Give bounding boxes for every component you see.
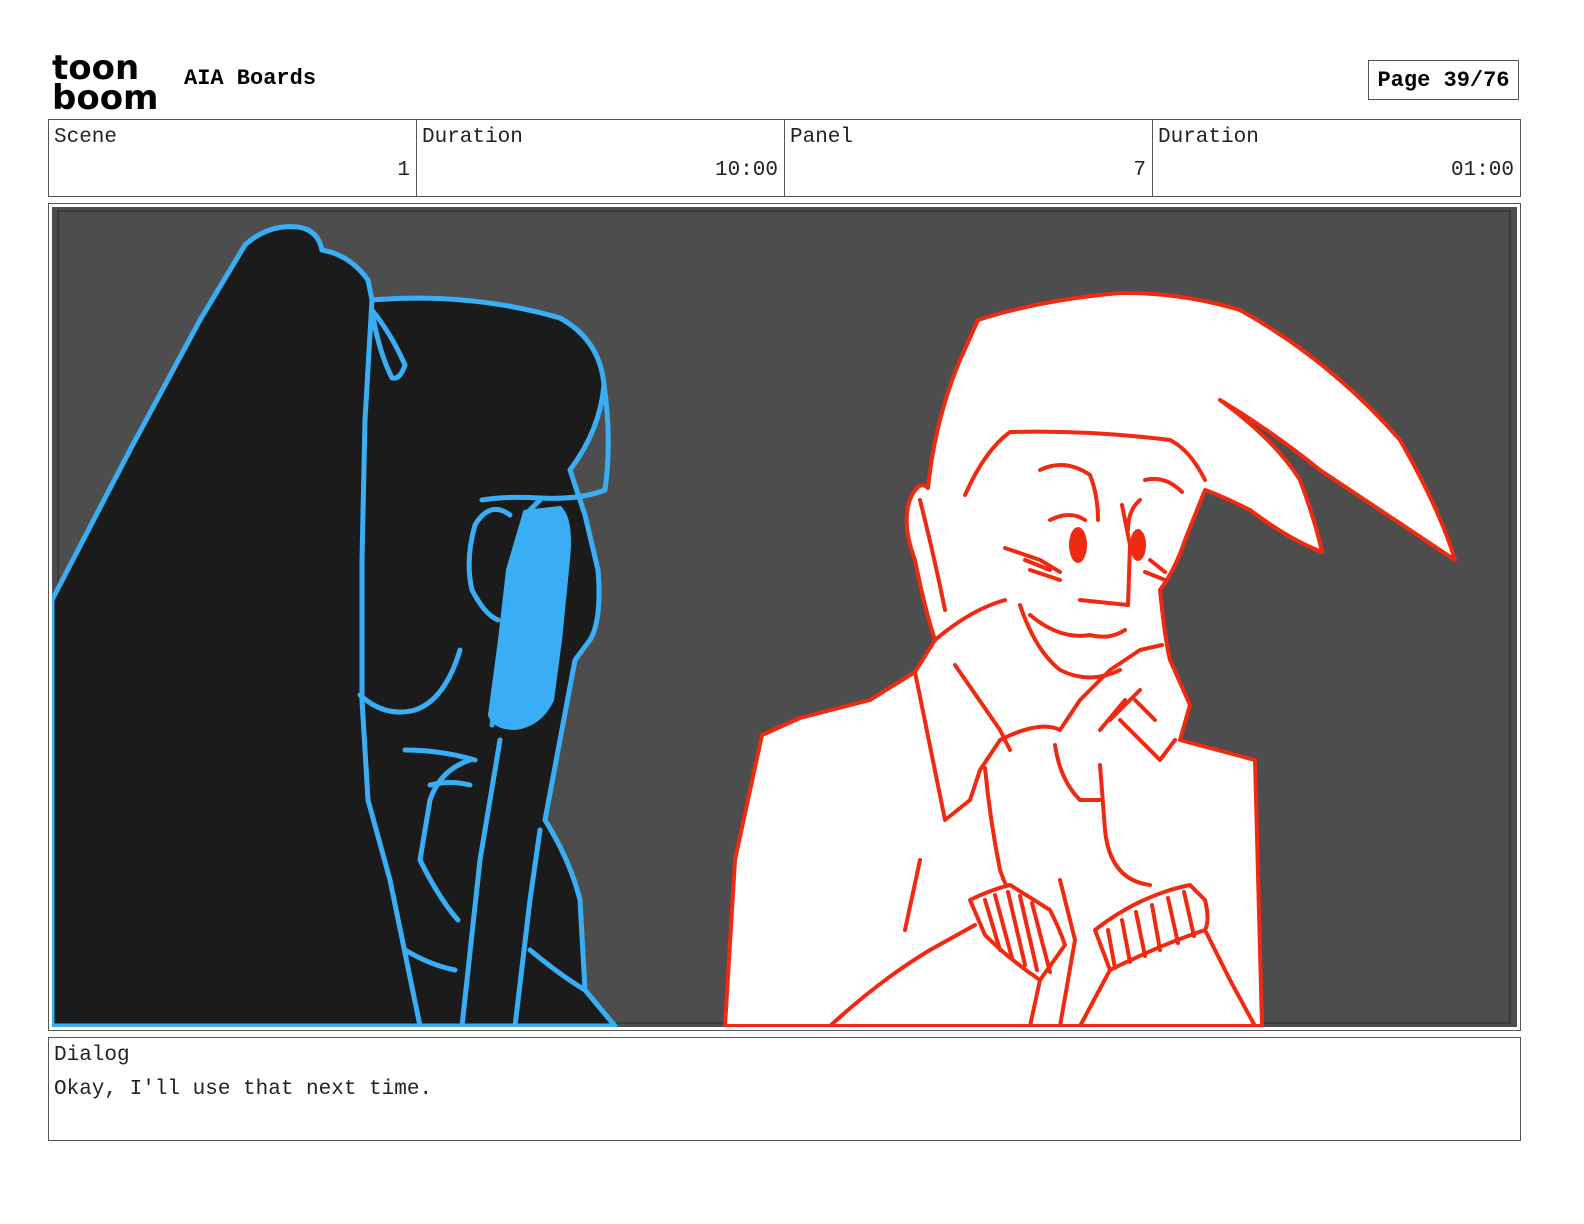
page-number: Page 39/76 [1368, 60, 1519, 100]
scene-duration-label: Duration [422, 126, 523, 149]
panel-cell: Panel 7 [784, 120, 1152, 196]
scene-duration-cell: Duration 10:00 [416, 120, 784, 196]
panel-label: Panel [790, 126, 854, 149]
toonboom-logo: toon boom [52, 52, 158, 112]
scene-duration-value: 10:00 [714, 159, 778, 182]
scene-cell: Scene 1 [49, 120, 416, 196]
scene-value: 1 [397, 159, 410, 182]
dialog-box: Dialog Okay, I'll use that next time. [48, 1037, 1521, 1141]
scene-label: Scene [54, 126, 118, 149]
storyboard-panel-image [52, 207, 1517, 1027]
panel-duration-cell: Duration 01:00 [1152, 120, 1520, 196]
scene-info-table: Scene 1 Duration 10:00 Panel 7 Duration … [48, 119, 1521, 197]
panel-value: 7 [1133, 159, 1146, 182]
dialog-text: Okay, I'll use that next time. [54, 1078, 433, 1101]
panel-duration-value: 01:00 [1450, 159, 1514, 182]
project-title: AIA Boards [184, 66, 317, 91]
dialog-label: Dialog [54, 1044, 130, 1067]
panel-duration-label: Duration [1158, 126, 1259, 149]
logo-text-bottom: boom [52, 78, 158, 112]
